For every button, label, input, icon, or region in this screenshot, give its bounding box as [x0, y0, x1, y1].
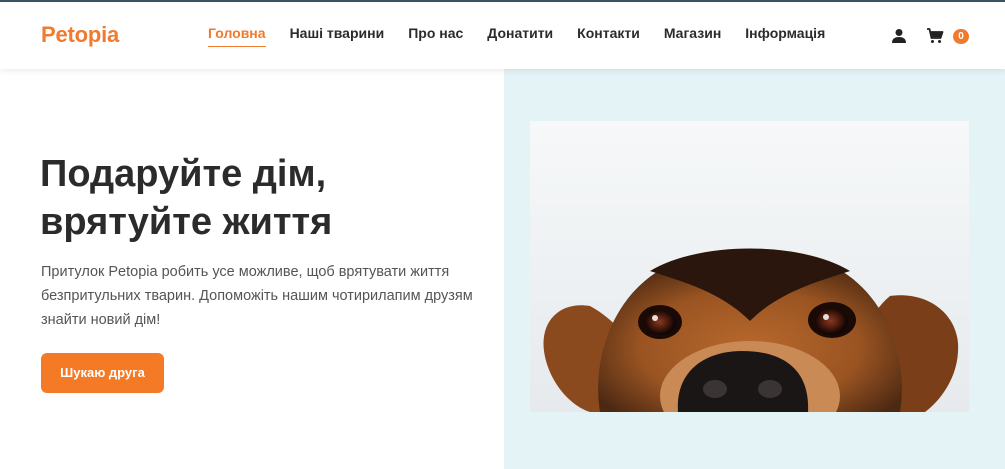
dog-illustration — [530, 121, 969, 412]
find-friend-button[interactable]: Шукаю друга — [41, 353, 164, 393]
nav-item-about[interactable]: Про нас — [408, 25, 463, 47]
nav-item-shop[interactable]: Магазин — [664, 25, 721, 47]
hero-title-line-1: Подаруйте дім, — [40, 153, 327, 195]
dog-photo — [530, 121, 969, 412]
nav-item-donate[interactable]: Донатити — [487, 25, 553, 47]
cart-icon[interactable] — [926, 27, 944, 45]
hero-title: Подаруйте дім, врятуйте життя — [40, 150, 480, 246]
main-navigation: Головна Наші тварини Про нас Донатити Ко… — [208, 25, 825, 47]
hero-title-line-2: врятуйте життя — [40, 201, 333, 243]
site-header: Petopia Головна Наші тварини Про нас Дон… — [0, 2, 1005, 69]
hero-description: Притулок Petopia робить усе можливе, щоб… — [41, 264, 473, 328]
nav-item-our-animals[interactable]: Наші тварини — [290, 25, 385, 47]
nav-item-info[interactable]: Інформація — [745, 25, 825, 47]
nav-item-home[interactable]: Головна — [208, 25, 266, 47]
user-icon[interactable] — [891, 28, 907, 44]
site-logo[interactable]: Petopia — [41, 22, 119, 48]
nav-item-contacts[interactable]: Контакти — [577, 25, 640, 47]
cart-count-badge: 0 — [953, 29, 969, 44]
